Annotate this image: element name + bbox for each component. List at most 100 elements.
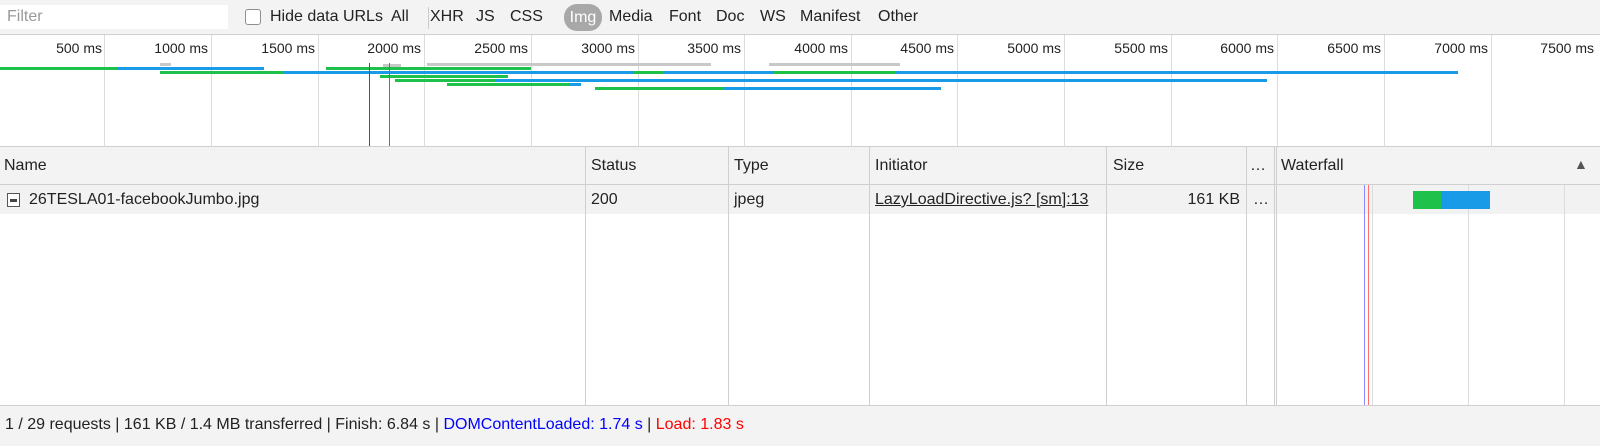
request-initiator-link[interactable]: LazyLoadDirective.js? [sm]:13 [875, 191, 1088, 209]
column-divider[interactable] [585, 147, 586, 405]
column-divider[interactable] [1274, 147, 1275, 405]
filter-media[interactable]: Media [609, 8, 653, 26]
filter-manifest[interactable]: Manifest [800, 8, 860, 26]
overview-request-bar [160, 63, 171, 66]
overview-request-bar [769, 63, 900, 66]
sort-ascending-icon[interactable]: ▲ [1574, 156, 1588, 172]
column-divider[interactable] [1106, 147, 1107, 405]
column-divider[interactable] [728, 147, 729, 405]
overview-gridline [531, 35, 532, 146]
overview-tick-label: 5000 ms [1007, 40, 1061, 56]
overview-gridline [424, 35, 425, 146]
filter-input[interactable] [0, 5, 228, 29]
filter-other[interactable]: Other [878, 8, 918, 26]
network-summary-bar: 1 / 29 requests | 161 KB / 1.4 MB transf… [0, 405, 1600, 446]
request-name[interactable]: 26TESLA01-facebookJumbo.jpg [29, 191, 259, 209]
overview-tick-label: 1000 ms [154, 40, 208, 56]
waterfall-domcontentloaded-marker [1364, 185, 1365, 405]
image-file-icon [7, 193, 20, 207]
toolbar-divider [428, 7, 429, 29]
overview-domcontentloaded-marker [369, 63, 370, 146]
overview-tick-label: 3000 ms [581, 40, 635, 56]
timeline-overview[interactable]: 500 ms 1000 ms 1500 ms 2000 ms 2500 ms 3… [0, 35, 1600, 147]
overview-gridline [211, 35, 212, 146]
overview-request-bar [0, 67, 117, 70]
column-header-size[interactable]: Size [1113, 157, 1144, 175]
column-divider [1276, 147, 1277, 405]
overview-request-bar [569, 83, 581, 86]
filter-ws[interactable]: WS [760, 8, 786, 26]
summary-counts: 1 / 29 requests | 161 KB / 1.4 MB transf… [5, 416, 444, 433]
overview-request-bar [160, 71, 284, 74]
waterfall-gridline [1468, 185, 1469, 405]
overview-gridline [1277, 35, 1278, 146]
filter-img[interactable]: Img [564, 4, 602, 31]
overview-gridline [1171, 35, 1172, 146]
column-header-more[interactable]: … [1250, 157, 1266, 175]
filter-font[interactable]: Font [669, 8, 701, 26]
dom-content-loaded-time: DOMContentLoaded: 1.74 s [443, 416, 643, 433]
column-divider[interactable] [1246, 147, 1247, 405]
overview-request-bar [427, 63, 711, 66]
overview-request-bar [383, 64, 401, 67]
waterfall-gridline [1564, 185, 1565, 405]
column-header-name[interactable]: Name [4, 157, 47, 175]
overview-request-bar [774, 71, 896, 74]
overview-request-bar [595, 87, 723, 90]
waterfall-waiting-bar[interactable] [1413, 191, 1441, 209]
column-header-waterfall[interactable]: Waterfall [1281, 157, 1344, 175]
overview-gridline [1384, 35, 1385, 146]
request-status: 200 [591, 191, 618, 208]
overview-request-bar [723, 87, 941, 90]
overview-request-bar [634, 71, 664, 74]
waterfall-download-bar[interactable] [1441, 191, 1490, 209]
overview-tick-label: 4500 ms [900, 40, 954, 56]
table-header: Name Status Type Initiator Size … Waterf… [0, 147, 1600, 185]
column-divider[interactable] [869, 147, 870, 405]
overview-tick-label: 4000 ms [794, 40, 848, 56]
overview-gridline [318, 35, 319, 146]
overview-request-bar [395, 79, 495, 82]
overview-request-bar [495, 79, 1267, 82]
overview-request-bar [447, 83, 569, 86]
overview-tick-label: 7000 ms [1434, 40, 1488, 56]
overview-tick-label: 2000 ms [367, 40, 421, 56]
overview-gridline [744, 35, 745, 146]
waterfall-gridline [1372, 185, 1373, 405]
filter-all[interactable]: All [391, 8, 409, 26]
overview-gridline [104, 35, 105, 146]
overview-tick-label: 500 ms [56, 40, 102, 56]
overview-request-bar [326, 67, 531, 70]
overview-tick-label: 5500 ms [1114, 40, 1168, 56]
overview-request-bar [380, 75, 508, 78]
filter-css[interactable]: CSS [510, 8, 543, 26]
overview-gridline [1064, 35, 1065, 146]
network-toolbar: Hide data URLs All XHR JS CSS Img Media … [0, 0, 1600, 35]
overview-tick-label: 2500 ms [474, 40, 528, 56]
request-more: … [1253, 191, 1269, 208]
overview-gridline [957, 35, 958, 146]
overview-tick-label: 6000 ms [1220, 40, 1274, 56]
overview-tick-label: 7500 ms [1540, 40, 1594, 56]
filter-doc[interactable]: Doc [716, 8, 744, 26]
overview-tick-label: 3500 ms [687, 40, 741, 56]
hide-data-urls-label[interactable]: Hide data URLs [270, 8, 383, 26]
filter-js[interactable]: JS [476, 8, 495, 26]
overview-gridline [1491, 35, 1492, 146]
load-time: Load: 1.83 s [655, 416, 744, 433]
overview-load-marker [389, 63, 390, 146]
summary-separator: | [642, 416, 656, 433]
summary-text: 1 / 29 requests | 161 KB / 1.4 MB transf… [5, 416, 744, 434]
overview-gridline [638, 35, 639, 146]
column-header-type[interactable]: Type [734, 157, 769, 175]
hide-data-urls-checkbox[interactable] [245, 9, 261, 25]
column-header-status[interactable]: Status [591, 157, 636, 175]
requests-table: Name Status Type Initiator Size … Waterf… [0, 147, 1600, 405]
filter-xhr[interactable]: XHR [430, 8, 464, 26]
overview-tick-label: 1500 ms [261, 40, 315, 56]
request-type: jpeg [734, 191, 765, 208]
waterfall-load-marker [1368, 185, 1369, 405]
table-row[interactable]: 26TESLA01-facebookJumbo.jpg 200 jpeg Laz… [0, 185, 1600, 214]
request-size: 161 KB [1187, 191, 1240, 208]
column-header-initiator[interactable]: Initiator [875, 157, 927, 175]
